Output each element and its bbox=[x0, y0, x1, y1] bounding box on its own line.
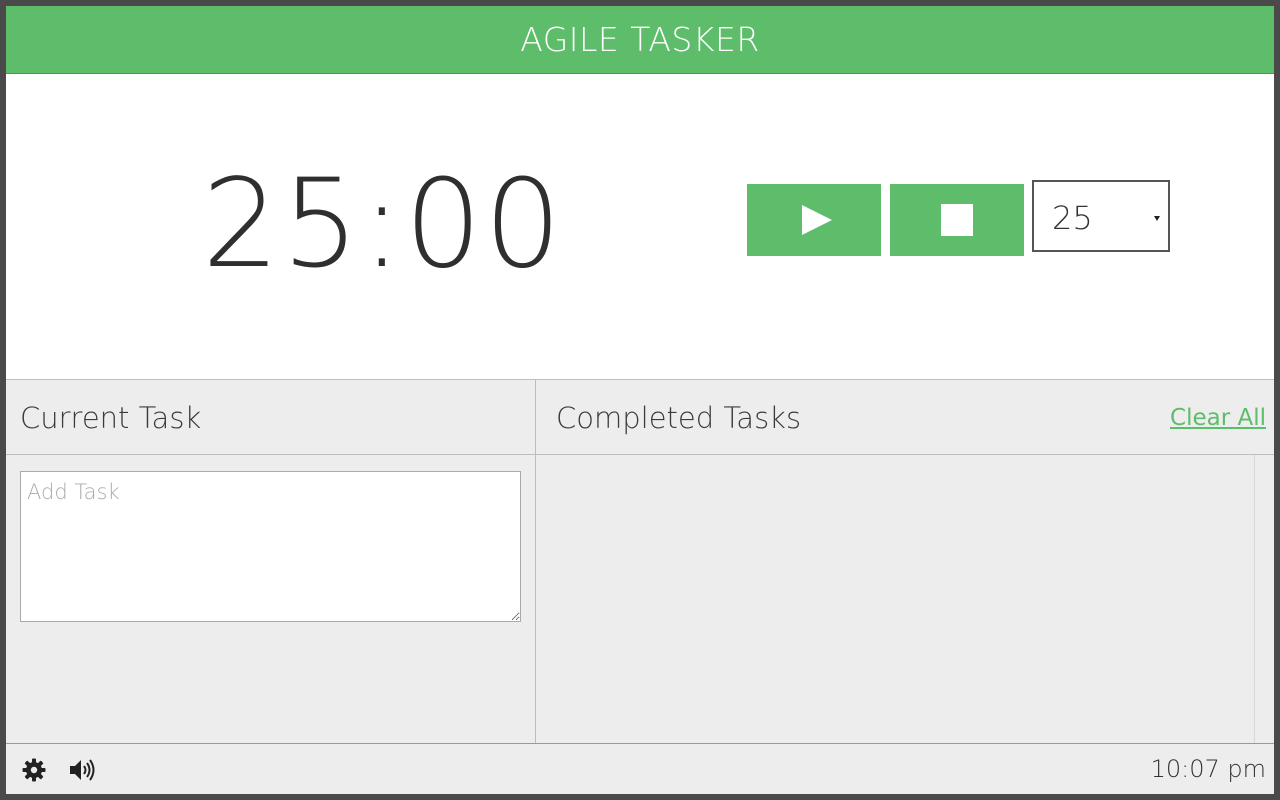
completed-tasks-header: Completed Tasks Clear All bbox=[536, 380, 1274, 455]
completed-tasks-title: Completed Tasks bbox=[556, 401, 802, 435]
app-header: AGILE TASKER bbox=[6, 6, 1274, 74]
current-task-header: Current Task bbox=[6, 380, 535, 455]
current-task-title: Current Task bbox=[20, 401, 202, 435]
speaker-icon[interactable] bbox=[68, 757, 95, 783]
play-icon bbox=[802, 205, 832, 235]
timer-display: 25:00 bbox=[202, 153, 564, 295]
gear-icon[interactable] bbox=[21, 757, 47, 783]
clock-time: 10:07 pm bbox=[1150, 755, 1266, 783]
duration-value: 25 bbox=[1052, 199, 1093, 237]
completed-tasks-scrollbar[interactable] bbox=[1254, 455, 1274, 743]
chevron-down-icon bbox=[1154, 216, 1160, 221]
play-button[interactable] bbox=[747, 184, 881, 256]
completed-tasks-list bbox=[536, 455, 1254, 743]
app-window: AGILE TASKER 25:00 25 Current Task Compl… bbox=[6, 6, 1274, 794]
completed-tasks-panel: Completed Tasks Clear All bbox=[536, 380, 1274, 743]
timer-panel: 25:00 25 bbox=[6, 74, 1274, 380]
footer-bar: 10:07 pm bbox=[6, 743, 1274, 794]
stop-button[interactable] bbox=[890, 184, 1024, 256]
current-task-panel: Current Task bbox=[6, 380, 536, 743]
clear-all-link[interactable]: Clear All bbox=[1170, 380, 1266, 456]
stop-icon bbox=[941, 204, 973, 236]
duration-select[interactable]: 25 bbox=[1032, 180, 1170, 252]
add-task-input[interactable] bbox=[20, 471, 521, 622]
app-title: AGILE TASKER bbox=[520, 20, 760, 59]
